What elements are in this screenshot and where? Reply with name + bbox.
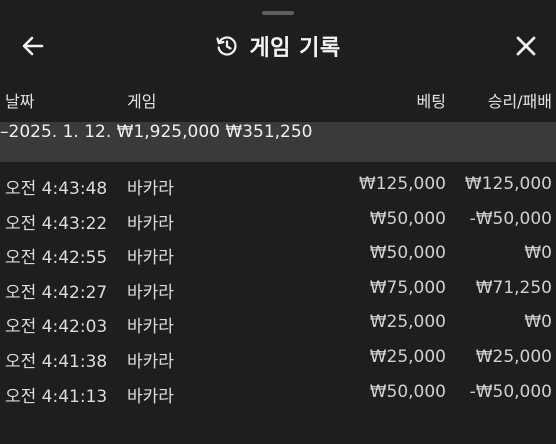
drag-handle[interactable] <box>262 11 294 15</box>
row-time: 오전 4:41:13 <box>5 386 108 407</box>
date-summary-row[interactable]: –2025. 1. 12. ₩1,925,000 ₩351,250 <box>0 122 556 162</box>
header: 게임 기록 <box>0 22 556 70</box>
title-group: 게임 기록 <box>0 28 556 64</box>
summary-bet: ₩1,925,000 <box>116 122 220 142</box>
row-game: 바카라 <box>127 386 174 407</box>
page-title: 게임 기록 <box>249 36 341 61</box>
summary-win-loss: ₩351,250 <box>225 122 313 142</box>
table-row[interactable]: 오전 4:41:13 바카라 ₩50,000 -₩50,000 <box>0 374 556 409</box>
close-button[interactable] <box>500 28 536 64</box>
column-header-game: 게임 <box>127 92 157 111</box>
row-bet: ₩25,000 <box>369 312 446 333</box>
row-game: 바카라 <box>127 179 174 199</box>
row-time: 오전 4:41:38 <box>5 351 108 372</box>
row-bet: ₩125,000 <box>358 174 446 194</box>
row-game: 바카라 <box>127 248 174 269</box>
table-row[interactable]: 오전 4:42:27 바카라 ₩75,000 ₩71,250 <box>0 270 556 305</box>
row-bet: ₩75,000 <box>369 277 446 298</box>
row-time: 오전 4:42:27 <box>5 282 108 303</box>
row-win-loss: ₩71,250 <box>475 277 552 298</box>
column-header-win-loss: 승리/패배 <box>487 92 552 111</box>
column-header-date: 날짜 <box>5 92 35 111</box>
row-bet: ₩25,000 <box>369 346 446 367</box>
row-time: 오전 4:43:22 <box>5 213 108 234</box>
history-list: 오전 4:43:48 바카라 ₩125,000 ₩125,000 오전 4:43… <box>0 166 556 408</box>
column-header-bet: 베팅 <box>416 92 446 111</box>
row-bet: ₩50,000 <box>369 243 446 264</box>
table-row[interactable]: 오전 4:43:22 바카라 ₩50,000 -₩50,000 <box>0 201 556 236</box>
row-time: 오전 4:42:03 <box>5 317 108 338</box>
row-win-loss: -₩50,000 <box>469 208 552 229</box>
row-win-loss: ₩0 <box>524 243 552 264</box>
table-row[interactable]: 오전 4:42:03 바카라 ₩25,000 ₩0 <box>0 304 556 339</box>
row-bet: ₩50,000 <box>369 381 446 402</box>
row-time: 오전 4:42:55 <box>5 248 108 269</box>
row-bet: ₩50,000 <box>369 208 446 229</box>
summary-date: –2025. 1. 12. <box>0 122 112 142</box>
row-time: 오전 4:43:48 <box>5 179 108 199</box>
history-icon <box>216 36 237 56</box>
row-game: 바카라 <box>127 213 174 234</box>
row-win-loss: -₩50,000 <box>469 381 552 402</box>
column-headers: 날짜 게임 베팅 승리/패배 <box>0 88 556 114</box>
row-game: 바카라 <box>127 351 174 372</box>
table-row[interactable]: 오전 4:43:48 바카라 ₩125,000 ₩125,000 <box>0 166 556 201</box>
row-game: 바카라 <box>127 282 174 303</box>
close-icon <box>516 36 536 56</box>
game-history-panel: 게임 기록 날짜 게임 베팅 승리/패배 –2025. 1. 12. ₩1,92… <box>0 0 556 444</box>
row-game: 바카라 <box>127 317 174 338</box>
row-win-loss: ₩125,000 <box>464 174 552 194</box>
table-row[interactable]: 오전 4:41:38 바카라 ₩25,000 ₩25,000 <box>0 339 556 374</box>
row-win-loss: ₩0 <box>524 312 552 333</box>
row-win-loss: ₩25,000 <box>475 346 552 367</box>
table-row[interactable]: 오전 4:42:55 바카라 ₩50,000 ₩0 <box>0 235 556 270</box>
